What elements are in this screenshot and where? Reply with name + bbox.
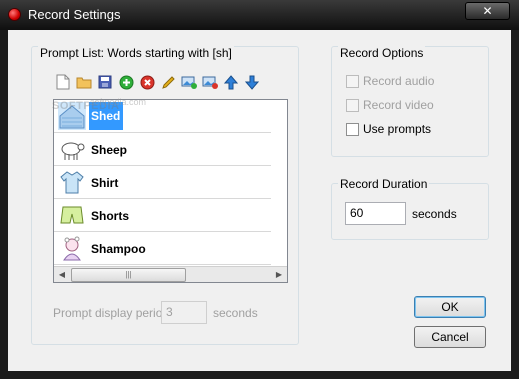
prompt-list-legend: Prompt List: Words starting with [sh] (38, 46, 234, 60)
shampoo-thumbnail-icon (63, 236, 81, 261)
move-down-icon (245, 75, 259, 90)
edit-button[interactable] (159, 73, 177, 91)
window-title: Record Settings (28, 7, 121, 22)
scrollbar-thumb[interactable]: ||| (71, 268, 186, 282)
save-icon (98, 75, 112, 89)
edit-pencil-icon (161, 75, 175, 89)
scroll-left-arrow-icon[interactable]: ◀ (54, 267, 70, 282)
record-video-label: Record video (363, 98, 434, 112)
record-audio-option[interactable]: Record audio (346, 74, 434, 88)
add-icon (119, 75, 133, 89)
use-prompts-checkbox[interactable] (346, 122, 359, 136)
list-item-label: Shirt (91, 176, 119, 190)
new-icon (56, 74, 70, 90)
list-item[interactable]: Shampoo (54, 232, 271, 265)
record-duration-unit: seconds (412, 207, 457, 221)
remove-button[interactable] (138, 73, 156, 91)
display-period-label: Prompt display period: (53, 306, 173, 320)
record-video-checkbox[interactable] (346, 98, 359, 112)
shirt-thumbnail-icon (60, 171, 84, 194)
prompt-toolbar (54, 73, 261, 91)
move-up-button[interactable] (222, 73, 240, 91)
add-button[interactable] (117, 73, 135, 91)
move-down-button[interactable] (243, 73, 261, 91)
image-add-icon (181, 76, 197, 89)
remove-icon (140, 75, 154, 89)
list-horizontal-scrollbar[interactable]: ◀ ||| ▶ (54, 266, 287, 282)
use-prompts-option[interactable]: Use prompts (346, 122, 431, 136)
shorts-thumbnail-icon (60, 206, 84, 224)
use-prompts-label: Use prompts (363, 122, 432, 136)
image-remove-icon (202, 76, 218, 89)
list-item[interactable]: Shirt (54, 166, 271, 199)
display-period-unit: seconds (213, 306, 258, 320)
title-bar: Record Settings ✕ (0, 0, 519, 30)
ok-button[interactable]: OK (414, 296, 486, 318)
app-record-icon (8, 8, 21, 21)
list-item-label: Shorts (91, 209, 130, 223)
sheep-thumbnail-icon (61, 142, 85, 160)
prompt-list[interactable]: Shed Sheep Shirt Shorts Shampoo ◀ ||| ▶ (53, 99, 288, 283)
record-duration-input[interactable]: 60 (345, 202, 406, 225)
list-item[interactable]: Shorts (54, 199, 271, 232)
list-item[interactable]: Sheep (54, 133, 271, 166)
record-options-legend: Record Options (338, 46, 426, 60)
scroll-right-arrow-icon[interactable]: ▶ (271, 267, 287, 282)
record-duration-legend: Record Duration (338, 177, 430, 191)
image-add-button[interactable] (180, 73, 198, 91)
image-remove-button[interactable] (201, 73, 219, 91)
record-audio-label: Record audio (363, 74, 435, 88)
display-period-input[interactable]: 3 (161, 301, 207, 324)
move-up-icon (224, 74, 238, 89)
watermark-small: softpedia.com (90, 97, 147, 107)
new-button[interactable] (54, 73, 72, 91)
save-button[interactable] (96, 73, 114, 91)
close-button[interactable]: ✕ (465, 2, 510, 20)
dialog-body: Prompt List: Words starting with [sh] Sh… (8, 30, 511, 371)
list-item-label: Shampoo (91, 242, 146, 256)
record-audio-checkbox[interactable] (346, 74, 359, 88)
open-button[interactable] (75, 73, 93, 91)
cancel-button[interactable]: Cancel (414, 326, 486, 348)
list-item-label: Sheep (91, 143, 128, 157)
record-video-option[interactable]: Record video (346, 98, 434, 112)
open-folder-icon (76, 77, 92, 89)
